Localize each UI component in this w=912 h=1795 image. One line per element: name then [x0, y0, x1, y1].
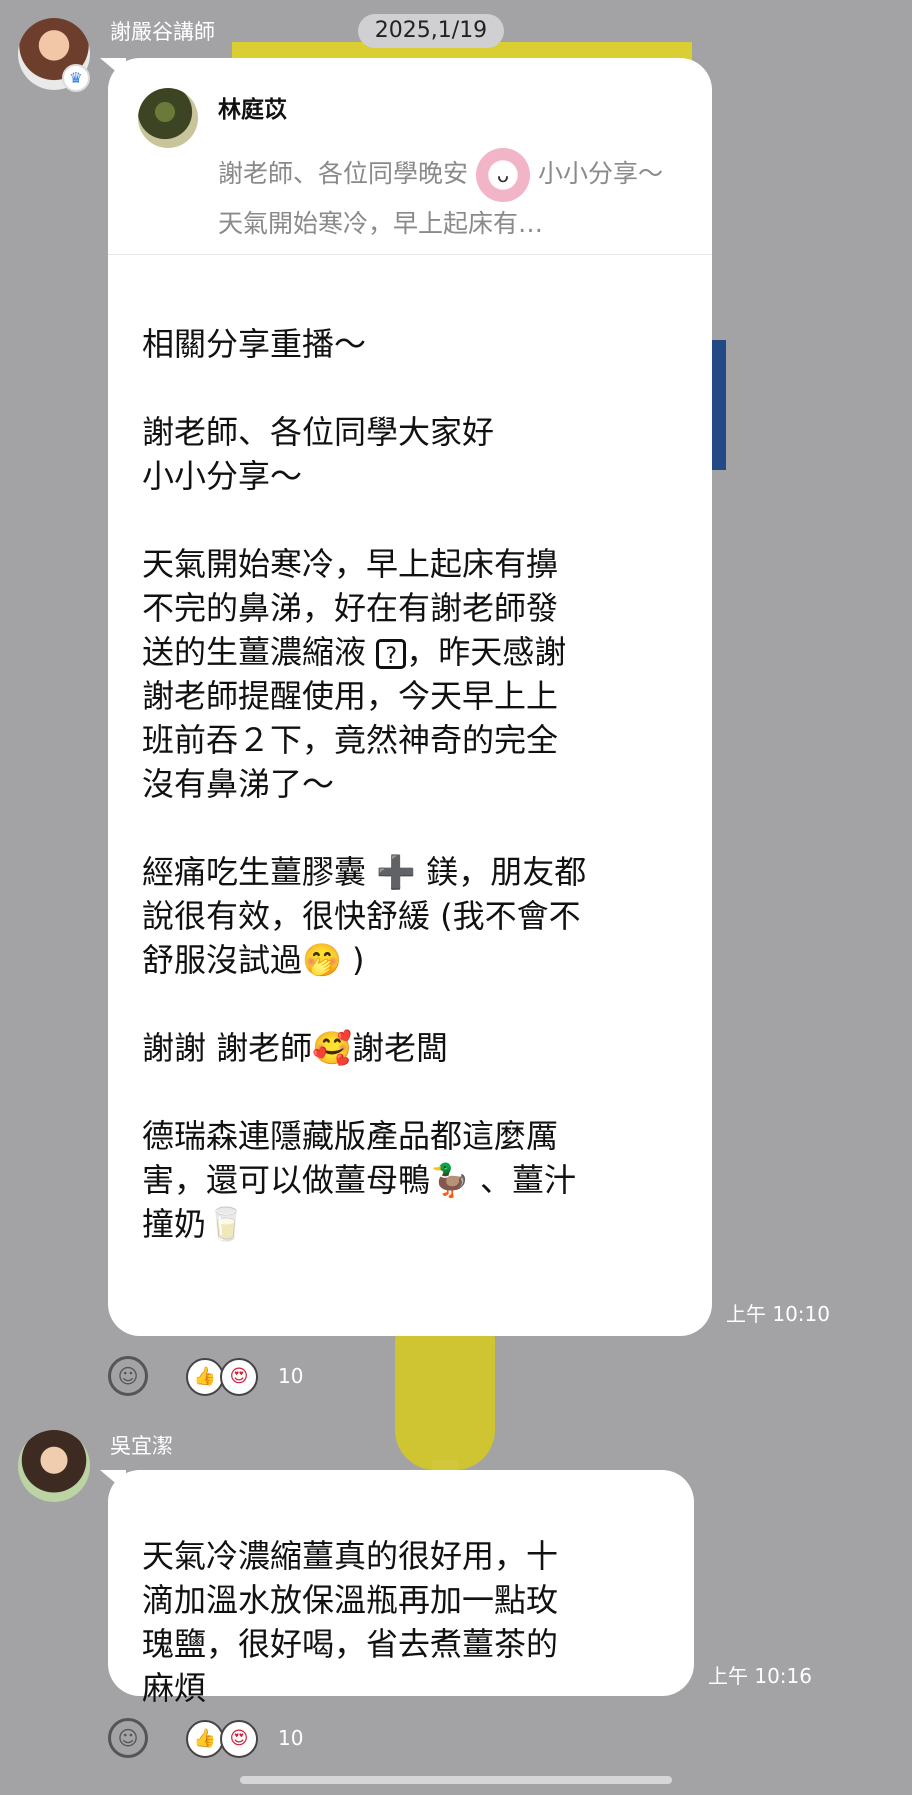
heart-eyes-reaction-icon[interactable]: 😍 — [220, 1358, 258, 1396]
message-line: 德瑞森連隱藏版產品都這麼厲 — [142, 1117, 559, 1155]
thumbs-up-reaction-icon[interactable]: 👍 — [186, 1720, 224, 1758]
message-line: 班前吞２下，竟然神奇的完全 — [142, 721, 559, 759]
reply-sender-name: 林庭苡 — [218, 97, 287, 123]
message-line: 說很有效，很快舒緩 (我不會不 — [142, 897, 581, 935]
reaction-count[interactable]: 10 — [278, 1364, 303, 1388]
message-line: 害，還可以做薑母鴨🦆 、薑汁 — [142, 1161, 577, 1199]
unknown-emoji-icon: ? — [376, 639, 407, 669]
message-bubble[interactable]: 林庭苡 謝老師、各位同學晚安 ᴗ 小小分享～ 天氣開始寒冷，早上起床有… 相關分享重… — [108, 58, 712, 1336]
background-photo-text-fragment — [710, 340, 726, 470]
message-line: 天氣開始寒冷，早上起床有擤 — [142, 545, 559, 583]
heart-eyes-reaction-icon[interactable]: 😍 — [220, 1720, 258, 1758]
message-line: 經痛吃生薑膠囊 ➕ 鎂，朋友都 — [142, 853, 587, 891]
home-indicator[interactable] — [240, 1776, 672, 1784]
message-line: 天氣冷濃縮薑真的很好用，十 — [142, 1537, 559, 1575]
message-time: 上午 10:10 — [726, 1302, 830, 1326]
message-line: 不完的鼻涕，好在有謝老師發 — [142, 589, 559, 627]
message-line: 瑰鹽，很好喝，省去煮薑茶的 — [142, 1625, 559, 1663]
thumbs-up-reaction-icon[interactable]: 👍 — [186, 1358, 224, 1396]
message-text: 相關分享重播～ 謝老師、各位同學大家好 小小分享～ 天氣開始寒冷，早上起床有擤 … — [142, 278, 692, 1246]
message-line: 撞奶🥛 — [142, 1205, 246, 1243]
reply-text-before: 謝老師、各位同學晚安 — [218, 159, 469, 188]
message-line: 相關分享重播～ — [142, 325, 367, 363]
add-reaction-icon[interactable]: ☺ — [108, 1718, 148, 1758]
message-line: 謝謝 謝老師🥰謝老闆 — [142, 1029, 449, 1067]
sender-name: 吳宜潔 — [110, 1434, 173, 1458]
message-line: ，昨天感謝 — [406, 633, 567, 671]
avatar[interactable] — [18, 1430, 90, 1502]
reaction-count[interactable]: 10 — [278, 1726, 303, 1750]
message-line: 滴加溫水放保溫瓶再加一點玫 — [142, 1581, 559, 1619]
sender-name: 謝嚴谷講師 — [110, 20, 215, 44]
add-reaction-icon[interactable]: ☺ — [108, 1356, 148, 1396]
message-line: 送的生薑濃縮液 — [142, 633, 367, 671]
message-line: 沒有鼻涕了～ — [142, 765, 335, 803]
message-text: 天氣冷濃縮薑真的很好用，十 滴加溫水放保溫瓶再加一點玫 瑰鹽，很好喝，省去煮薑茶… — [142, 1490, 672, 1710]
message-line: 麻煩 — [142, 1669, 207, 1707]
message-line: 謝老師、各位同學大家好 — [142, 413, 495, 451]
crown-icon: ♛ — [62, 64, 90, 92]
message-line: 舒服沒試過🤭 ) — [142, 941, 365, 979]
reply-avatar — [138, 88, 198, 148]
reply-preview[interactable]: 謝老師、各位同學晚安 ᴗ 小小分享～ 天氣開始寒冷，早上起床有… — [218, 148, 688, 246]
message-line: 小小分享～ — [142, 457, 303, 495]
message-line: 謝老師提醒使用，今天早上上 — [142, 677, 559, 715]
message-bubble[interactable]: 天氣冷濃縮薑真的很好用，十 滴加溫水放保溫瓶再加一點玫 瑰鹽，很好喝，省去煮薑茶… — [108, 1470, 694, 1707]
reply-divider — [108, 254, 712, 255]
message-time: 上午 10:16 — [708, 1664, 812, 1688]
date-separator: 2025,1/19 — [358, 14, 504, 48]
background-bottle — [395, 1330, 495, 1470]
flower-sticker-icon: ᴗ — [476, 148, 531, 202]
